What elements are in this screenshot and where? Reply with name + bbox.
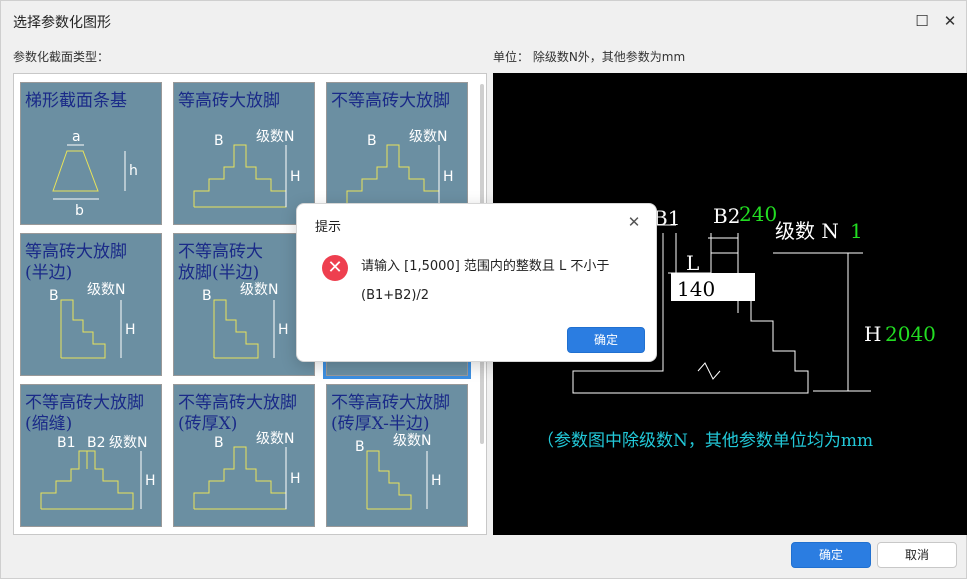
close-icon[interactable]: ✕ [624,212,644,232]
svg-text:B: B [355,439,365,455]
tile-sketch: a h b [52,129,138,219]
svg-text:H: H [290,471,301,487]
unit-note: （参数图中除级数N，其他参数单位均为mm [537,431,873,451]
error-icon: ✕ [322,255,348,281]
svg-text:a: a [72,129,81,145]
b1-label: B1 [653,206,680,230]
n-value: 1 [850,219,863,243]
svg-text:h: h [129,163,138,179]
shape-tile[interactable]: 等高砖大放脚 (半边) B 级数N H [20,233,162,376]
svg-text:B: B [214,133,224,149]
svg-text:H: H [278,322,289,338]
svg-text:B1: B1 [57,435,76,451]
error-ok-button[interactable]: 确定 [567,327,645,353]
window-title: 选择参数化图形 [13,15,111,31]
svg-text:级数N: 级数N [256,431,294,447]
svg-text:H: H [443,169,454,185]
section-type-label: 参数化截面类型： [13,50,110,64]
cancel-button[interactable]: 取消 [877,542,957,568]
title-bar: 选择参数化图形 ☐ ✕ [1,1,966,39]
svg-text:B: B [202,288,212,304]
l-value-text[interactable]: 140 [677,277,715,301]
svg-text:级数N: 级数N [409,129,447,145]
svg-text:级数N: 级数N [393,433,431,449]
svg-text:H: H [145,473,156,489]
tile-sketch: B1 B2 级数N H [40,435,156,510]
break-mark [697,362,721,380]
error-dialog-title: 提示 [315,220,342,235]
svg-text:H: H [290,169,301,185]
b2-value: 240 [739,202,777,226]
shape-tile[interactable]: 不等高砖大 放脚(半边) B 级数N H [173,233,315,376]
error-message: 请输入 [1,5000] 范围内的整数且 L 不小于 (B1+B2)/2 [361,259,610,303]
unit-label: 单位： 除级数N外，其他参数为mm [493,50,686,64]
b2-label: B2 [713,204,740,228]
svg-text:B: B [367,133,377,149]
svg-text:B: B [214,435,224,451]
shape-tile[interactable]: 不等高砖大放脚 (缩缝) B1 B2 级数N H [20,384,162,527]
l-label: L [686,251,699,275]
shape-tile[interactable]: 不等高砖大放脚 (砖厚X) B 级数N H [173,384,315,527]
svg-text:B: B [49,288,59,304]
close-icon[interactable]: ✕ [938,9,962,33]
svg-text:H: H [431,473,442,489]
svg-text:H: H [125,322,136,338]
svg-text:级数N: 级数N [87,282,125,298]
svg-text:级数N: 级数N [109,435,147,451]
tile-sketch: B 级数N H [193,431,301,510]
ok-button[interactable]: 确定 [791,542,871,568]
h-value: 2040 [885,322,936,346]
tile-sketch: B 级数N H [202,282,289,359]
maximize-icon[interactable]: ☐ [910,9,934,33]
tile-sketch: B 级数N H [355,433,442,510]
svg-text:级数N: 级数N [240,282,278,298]
shape-tile[interactable]: 等高砖大放脚 B 级数N H [173,82,315,225]
svg-text:级数N: 级数N [256,129,294,145]
svg-text:b: b [75,203,84,219]
h-label: H [864,322,881,346]
tile-sketch: B 级数N H [49,282,136,359]
tile-sketch: B 级数N H [193,129,301,208]
svg-text:B2: B2 [87,435,106,451]
shape-tile[interactable]: 不等高砖大放脚 (砖厚X-半边) B 级数N H [326,384,468,527]
shape-tile[interactable]: 梯形截面条基 a h b [20,82,162,225]
n-label: 级数 N [775,219,839,243]
error-dialog: 提示 ✕ ✕ 请输入 [1,5000] 范围内的整数且 L 不小于 (B1+B2… [296,203,657,362]
